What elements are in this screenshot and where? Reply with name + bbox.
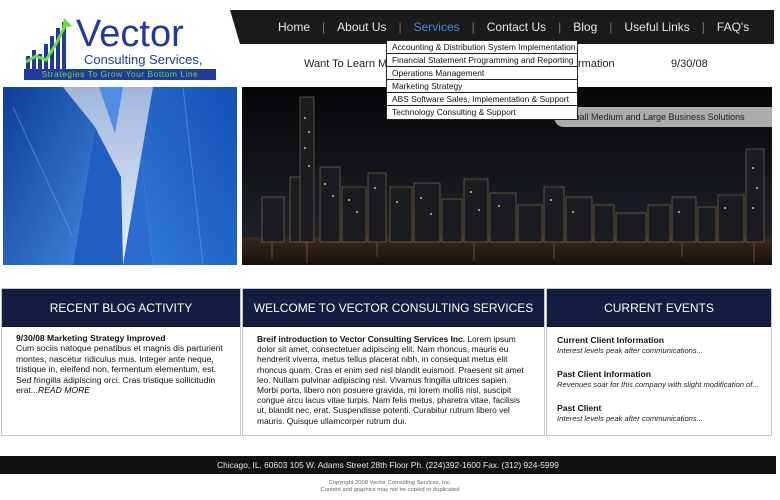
event-item[interactable]: Current Client Information Interest leve… (547, 335, 771, 355)
hero-tagline-right: rmation (578, 58, 615, 70)
footer-address: Chicago, IL. 60603 105 W. Adams Street 2… (0, 456, 776, 474)
header-date: 9/30/08 (671, 58, 708, 70)
event-description: Interest levels peak after communication… (557, 346, 704, 355)
welcome-lead: Breif introduction to Vector Consulting … (257, 334, 466, 344)
event-title[interactable]: Current Client Information (557, 335, 761, 345)
growth-chart-icon (25, 18, 72, 70)
menu-item-abs-software[interactable]: ABS Software Sales, Implementation & Sup… (387, 93, 577, 106)
menu-item-financial-statement[interactable]: Financial Statement Programming and Repo… (387, 54, 577, 67)
event-description: Interest levels peak after communication… (557, 414, 704, 423)
events-panel-heading: CURRENT EVENTS (547, 289, 771, 327)
main-navigation: Home | About Us | Services | Contact Us … (230, 10, 774, 44)
menu-item-accounting[interactable]: Accounting & Distribution System Impleme… (387, 41, 577, 54)
nav-home[interactable]: Home (266, 10, 322, 44)
welcome-panel-heading: WELCOME TO VECTOR CONSULTING SERVICES (243, 289, 544, 327)
welcome-text: Breif introduction to Vector Consulting … (243, 327, 544, 426)
copyright-notice: Content and graphics may not be copied o… (320, 487, 460, 493)
event-item[interactable]: Past Client Interest levels peak after c… (547, 403, 771, 423)
events-panel: CURRENT EVENTS Current Client Informatio… (546, 288, 772, 436)
skyscraper-photo (3, 87, 237, 265)
slogan-tab: mall Medium and Large Business Solutions (554, 107, 772, 127)
event-title[interactable]: Past Client Information (557, 369, 761, 379)
logo-title: Vector (76, 13, 184, 55)
event-title[interactable]: Past Client (557, 403, 761, 413)
company-logo[interactable]: Vector Consulting Services, Inc. Strateg… (24, 10, 224, 82)
blog-post-title[interactable]: 9/30/08 Marketing Strategy Improved (16, 333, 226, 343)
logo-tagline: Strategies To Grow Your Bottom Line (24, 69, 216, 80)
hero-tagline-left: Want To Learn Mo (304, 58, 394, 70)
nav-services[interactable]: Services (402, 10, 472, 44)
menu-item-technology-consulting[interactable]: Technology Consulting & Support (387, 106, 577, 119)
nav-useful-links[interactable]: Useful Links (612, 10, 701, 44)
menu-item-operations-management[interactable]: Operations Management (387, 67, 577, 80)
menu-item-marketing-strategy[interactable]: Marketing Strategy (387, 80, 577, 93)
services-dropdown-menu: Accounting & Distribution System Impleme… (386, 40, 578, 120)
blog-panel: RECENT BLOG ACTIVITY 9/30/08 Marketing S… (1, 288, 241, 436)
nav-about-us[interactable]: About Us (325, 10, 398, 44)
nav-contact-us[interactable]: Contact Us (475, 10, 558, 44)
site-footer: Chicago, IL. 60603 105 W. Adams Street 2… (0, 456, 780, 500)
event-description: Revenues soar for this company with slig… (557, 380, 759, 389)
blog-panel-heading: RECENT BLOG ACTIVITY (2, 289, 240, 327)
event-item[interactable]: Past Client Information Revenues soar fo… (547, 369, 771, 389)
footer-copyright: Copyright 2008 Vector Consulting Service… (0, 480, 780, 494)
nav-faqs[interactable]: FAQ's (705, 10, 761, 44)
welcome-body: Lorem ipsum dolor sit amet, consectetuer… (257, 334, 524, 426)
blog-post: 9/30/08 Marketing Strategy Improved Cum … (2, 327, 240, 395)
welcome-panel: WELCOME TO VECTOR CONSULTING SERVICES Br… (242, 288, 545, 436)
copyright-line: Copyright 2008 Vector Consulting Service… (328, 480, 452, 486)
content-panels: RECENT BLOG ACTIVITY 9/30/08 Marketing S… (0, 288, 780, 438)
read-more-link[interactable]: READ MORE (38, 385, 90, 395)
nav-blog[interactable]: Blog (561, 10, 609, 44)
